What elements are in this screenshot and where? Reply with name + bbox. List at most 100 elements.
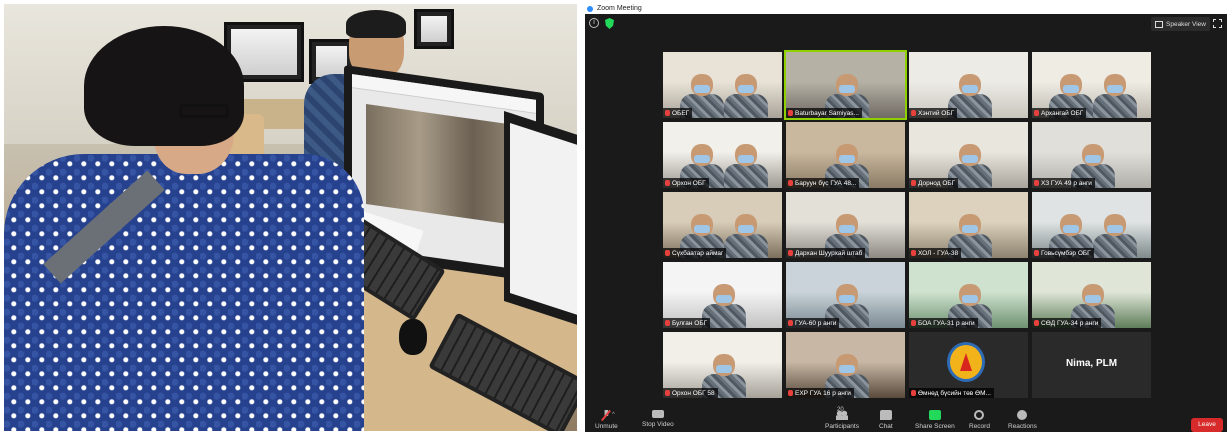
- record-button[interactable]: Record: [969, 410, 990, 430]
- video-tile[interactable]: Baturbayar Samiyas...: [784, 50, 907, 120]
- video-tile[interactable]: Хэнтий ОБГ: [909, 52, 1028, 118]
- leave-button[interactable]: Leave: [1191, 418, 1223, 432]
- video-tile[interactable]: Орхон ОБГ 58: [663, 332, 782, 398]
- speaker-view-label: Speaker View: [1166, 20, 1206, 28]
- participant-face: [713, 354, 735, 376]
- classroom-photo: [4, 4, 577, 431]
- participant-namebar: Сүхбаатар аймаг: [663, 248, 727, 258]
- participant-name: СӨД ГУА-34 р анги: [1041, 319, 1099, 327]
- mic-muted-icon: [788, 180, 793, 186]
- video-tile[interactable]: Орхон ОБГ: [663, 122, 782, 188]
- reactions-label: Reactions: [1008, 423, 1037, 430]
- chat-icon: [879, 410, 892, 420]
- share-screen-label: Share Screen: [915, 423, 955, 430]
- mic-muted-icon: [911, 250, 916, 256]
- emblem-icon: [947, 342, 985, 382]
- video-camera-icon: [651, 410, 664, 418]
- share-screen-icon: [928, 410, 941, 420]
- participant-face: [959, 284, 981, 306]
- window-title: Zoom Meeting: [597, 5, 642, 12]
- mic-muted-icon: [1034, 250, 1039, 256]
- mic-muted-icon: [911, 390, 916, 396]
- mic-muted-icon: [665, 250, 670, 256]
- speaker-view-button[interactable]: Speaker View: [1151, 17, 1210, 31]
- video-tile[interactable]: БОА ГУА-31 р анги: [909, 262, 1028, 328]
- video-tile[interactable]: ЕХР ГУА 16 р анги: [786, 332, 905, 398]
- participant-namebar: ХОЛ - ГУА-38: [909, 248, 962, 258]
- video-tile[interactable]: Өмнөд бүсийн төв ӨМ...: [909, 332, 1028, 398]
- video-tile[interactable]: СӨД ГУА-34 р анги: [1032, 262, 1151, 328]
- participant-namebar: СӨД ГУА-34 р анги: [1032, 318, 1102, 328]
- mic-muted-icon: [1034, 110, 1039, 116]
- participant-name: ЕХР ГУА 16 р анги: [795, 389, 851, 397]
- chat-button[interactable]: Chat: [879, 410, 893, 430]
- participant-namebar: Дорнод ОБГ: [909, 178, 959, 188]
- mic-muted-icon: [788, 250, 793, 256]
- participant-namebar: Дархан Шуурхай штаб: [786, 248, 866, 258]
- mic-muted-icon: [1034, 320, 1039, 326]
- mic-muted-icon: [911, 180, 916, 186]
- video-tile[interactable]: Сүхбаатар аймаг: [663, 192, 782, 258]
- participant-name: Архангай ОБГ: [1041, 109, 1084, 117]
- participants-count: 20: [837, 407, 844, 413]
- fullscreen-icon[interactable]: [1213, 19, 1222, 28]
- participant-face: [836, 214, 858, 236]
- participant-name: ХОЛ - ГУА-38: [918, 249, 959, 257]
- participant-face: [735, 214, 757, 236]
- zoom-app-icon: [587, 6, 593, 12]
- participants-button[interactable]: 20 Participants: [825, 407, 859, 430]
- video-tile[interactable]: Дархан Шуурхай штаб: [786, 192, 905, 258]
- participant-face: [836, 74, 858, 96]
- participant-name: БОА ГУА-31 р анги: [918, 319, 975, 327]
- video-tile[interactable]: ГУА-60 р анги: [786, 262, 905, 328]
- side-monitor: [504, 111, 577, 327]
- participant-name: Дорнод ОБГ: [918, 179, 956, 187]
- mic-muted-icon: [788, 110, 793, 116]
- participant-namebar: Говьсүмбэр ОБГ: [1032, 248, 1094, 258]
- mic-muted-icon: [665, 320, 670, 326]
- reactions-button[interactable]: Reactions: [1008, 410, 1037, 430]
- video-tile[interactable]: Дорнод ОБГ: [909, 122, 1028, 188]
- participants-label: Participants: [825, 423, 859, 430]
- video-tile[interactable]: Архангай ОБГ: [1032, 52, 1151, 118]
- participant-face: [1082, 284, 1104, 306]
- participant-name: Nima, PLM: [1065, 358, 1118, 369]
- chevron-up-icon[interactable]: ^: [612, 412, 615, 418]
- record-label: Record: [969, 423, 990, 430]
- video-tile[interactable]: ХЗ ГУА 49 р анги: [1032, 122, 1151, 188]
- participant-namebar: Архангай ОБГ: [1032, 108, 1087, 118]
- participant-face: [959, 214, 981, 236]
- chevron-up-icon[interactable]: ^: [659, 412, 662, 418]
- participant-face: [1104, 214, 1126, 236]
- video-tile[interactable]: ХОЛ - ГУА-38: [909, 192, 1028, 258]
- participant-face: [735, 74, 757, 96]
- video-tile[interactable]: Говьсүмбэр ОБГ: [1032, 192, 1151, 258]
- participant-namebar: Өмнөд бүсийн төв ӨМ...: [909, 388, 994, 398]
- participant-namebar: Хэнтий ОБГ: [909, 108, 958, 118]
- participant-name: ХЗ ГУА 49 р анги: [1041, 179, 1092, 187]
- participant-face: [836, 284, 858, 306]
- participant-name: ГУА-60 р анги: [795, 319, 837, 327]
- stop-video-button[interactable]: ^ Stop Video: [642, 410, 674, 428]
- info-icon[interactable]: i: [589, 18, 599, 28]
- participant-face: [713, 284, 735, 306]
- participant-face: [959, 144, 981, 166]
- mic-muted-icon: [665, 180, 670, 186]
- participant-namebar: ХЗ ГУА 49 р анги: [1032, 178, 1095, 188]
- video-tile[interactable]: Баруун бүс ГУА 48...: [786, 122, 905, 188]
- mic-muted-icon: [665, 390, 670, 396]
- mic-muted-icon: [788, 320, 793, 326]
- video-tile[interactable]: Булган ОБГ: [663, 262, 782, 328]
- video-tile[interactable]: ОБЕГ: [663, 52, 782, 118]
- participant-namebar: Орхон ОБГ 58: [663, 388, 718, 398]
- participant-body: [724, 164, 768, 188]
- participant-name: Говьсүмбэр ОБГ: [1041, 249, 1091, 257]
- unmute-button[interactable]: ^ Unmute: [595, 409, 618, 430]
- video-tile[interactable]: Nima, PLM: [1032, 332, 1151, 398]
- grid-view-icon: [1155, 20, 1163, 28]
- participant-namebar: Орхон ОБГ: [663, 178, 709, 188]
- share-screen-button[interactable]: Share Screen: [915, 410, 955, 430]
- student: [4, 14, 364, 431]
- meeting-topbar: [585, 14, 1227, 34]
- participant-namebar: ГУА-60 р анги: [786, 318, 840, 328]
